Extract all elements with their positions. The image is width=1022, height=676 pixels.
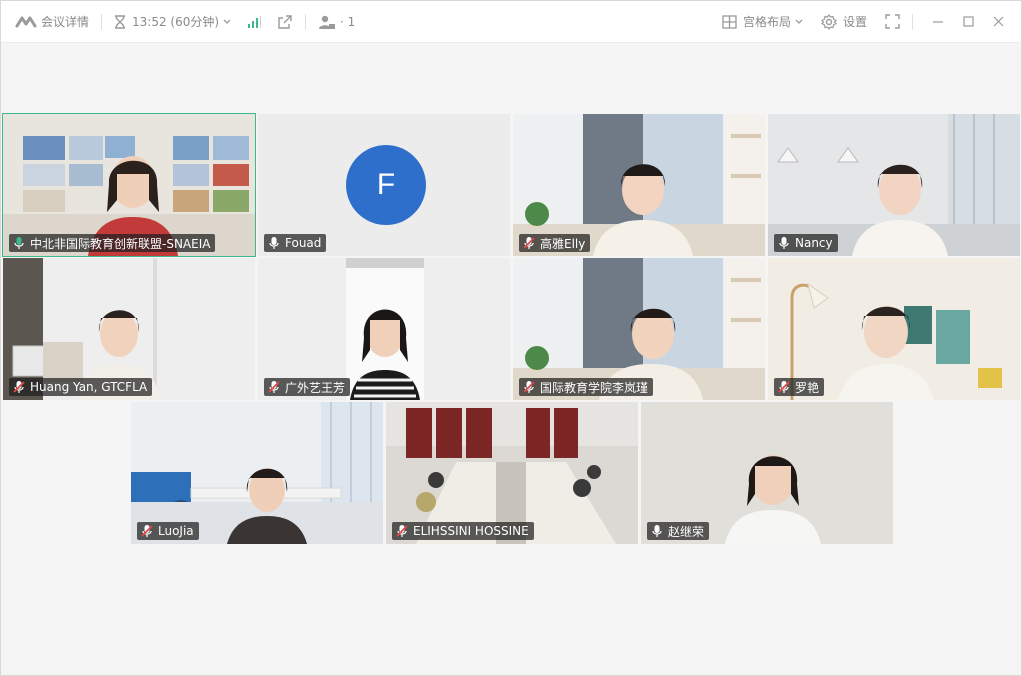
participant-name-tag: LuoJia bbox=[137, 522, 199, 540]
participant-name: Nancy bbox=[795, 236, 833, 250]
close-button[interactable] bbox=[985, 16, 1011, 27]
fullscreen-button[interactable] bbox=[885, 14, 900, 29]
meeting-window: 会议详情 13:52 (60分钟) · 1 宫格布局 设置 中北非国际教育创新联… bbox=[0, 0, 1022, 676]
muted-mic-icon bbox=[522, 236, 536, 250]
muted-mic-icon bbox=[267, 380, 281, 394]
video-tile[interactable]: F Fouad bbox=[258, 114, 510, 256]
maximize-button[interactable] bbox=[955, 16, 981, 27]
tencent-meeting-logo-icon bbox=[15, 15, 37, 29]
hourglass-icon bbox=[114, 14, 126, 29]
participant-name-tag: 中北非国际教育创新联盟-SNAEIA bbox=[9, 234, 216, 252]
video-tile[interactable]: ELIHSSINI HOSSINE bbox=[386, 402, 638, 544]
video-grid: 中北非国际教育创新联盟-SNAEIA F Fouad 高雅Elly Nancy … bbox=[1, 43, 1021, 675]
video-tile[interactable]: Nancy bbox=[768, 114, 1020, 256]
participant-name-tag: 高雅Elly bbox=[519, 234, 591, 252]
participant-name-tag: 赵继荣 bbox=[647, 522, 710, 540]
chevron-down-icon bbox=[795, 19, 803, 25]
participant-name: LuoJia bbox=[158, 524, 194, 538]
maximize-icon bbox=[962, 16, 974, 27]
participant-name: 国际教育学院李岚瑾 bbox=[540, 380, 649, 395]
close-icon bbox=[993, 16, 1004, 27]
chevron-down-icon bbox=[223, 19, 231, 25]
participant-name: 广外艺王芳 bbox=[285, 380, 346, 395]
participant-name: 罗艳 bbox=[795, 380, 820, 395]
muted-mic-icon bbox=[140, 524, 154, 538]
settings-button[interactable]: 设置 bbox=[821, 13, 867, 30]
participant-name-tag: Nancy bbox=[774, 234, 838, 252]
participant-name-tag: 广外艺王芳 bbox=[264, 378, 351, 396]
video-tile[interactable]: 罗艳 bbox=[768, 258, 1020, 400]
layout-label: 宫格布局 bbox=[742, 15, 791, 29]
video-tile[interactable]: 中北非国际教育创新联盟-SNAEIA bbox=[2, 113, 256, 257]
video-tile[interactable]: Huang Yan, GTCFLA bbox=[3, 258, 255, 400]
video-tile[interactable]: 赵继荣 bbox=[641, 402, 893, 544]
user-lock-icon bbox=[318, 14, 336, 30]
fullscreen-icon bbox=[885, 14, 900, 29]
participant-name: 高雅Elly bbox=[540, 236, 586, 251]
video-tile[interactable]: LuoJia bbox=[131, 402, 383, 544]
green-mic-icon bbox=[12, 236, 26, 250]
participant-name: ELIHSSINI HOSSINE bbox=[413, 524, 529, 538]
grid-layout-icon bbox=[722, 14, 737, 29]
muted-mic-icon bbox=[395, 524, 409, 538]
meeting-details-label: 会议详情 bbox=[41, 15, 90, 29]
network-signal-button[interactable] bbox=[247, 15, 262, 29]
mic-icon bbox=[267, 236, 281, 250]
mic-icon bbox=[777, 236, 791, 250]
participant-name-tag: ELIHSSINI HOSSINE bbox=[392, 522, 534, 540]
muted-mic-icon bbox=[522, 380, 536, 394]
participants-button[interactable]: · 1 bbox=[318, 14, 355, 30]
signal-bars-icon bbox=[247, 15, 262, 29]
meeting-time: 13:52 (60分钟) bbox=[132, 15, 220, 29]
participant-name: 中北非国际教育创新联盟-SNAEIA bbox=[30, 236, 211, 251]
participant-name: Huang Yan, GTCFLA bbox=[30, 380, 148, 394]
minimize-icon bbox=[932, 16, 944, 28]
meeting-details-button[interactable]: 会议详情 bbox=[15, 13, 89, 30]
minimize-button[interactable] bbox=[925, 16, 951, 28]
divider bbox=[101, 13, 103, 30]
divider bbox=[912, 13, 913, 30]
video-tile[interactable]: 国际教育学院李岚瑾 bbox=[513, 258, 765, 400]
participant-name: Fouad bbox=[285, 236, 322, 250]
participants-count: · 1 bbox=[340, 14, 356, 29]
title-bar: 会议详情 13:52 (60分钟) · 1 宫格布局 设置 bbox=[1, 1, 1021, 43]
participant-name-tag: Huang Yan, GTCFLA bbox=[9, 378, 153, 396]
participant-name-tag: Fouad bbox=[264, 234, 327, 252]
participant-name: 赵继荣 bbox=[668, 524, 705, 539]
participant-name-tag: 罗艳 bbox=[774, 378, 825, 396]
video-tile[interactable]: 广外艺王芳 bbox=[258, 258, 510, 400]
participant-name-tag: 国际教育学院李岚瑾 bbox=[519, 378, 654, 396]
muted-mic-icon bbox=[12, 380, 26, 394]
avatar: F bbox=[346, 145, 426, 225]
external-link-icon bbox=[277, 14, 293, 30]
divider bbox=[305, 13, 307, 30]
muted-mic-icon bbox=[777, 380, 791, 394]
mic-icon bbox=[650, 524, 664, 538]
meeting-time-button[interactable]: 13:52 (60分钟) bbox=[114, 13, 231, 30]
share-link-button[interactable] bbox=[277, 14, 293, 30]
layout-button[interactable]: 宫格布局 bbox=[722, 13, 803, 30]
settings-label: 设置 bbox=[842, 15, 867, 29]
gear-icon bbox=[821, 13, 837, 30]
video-tile[interactable]: 高雅Elly bbox=[513, 114, 765, 256]
